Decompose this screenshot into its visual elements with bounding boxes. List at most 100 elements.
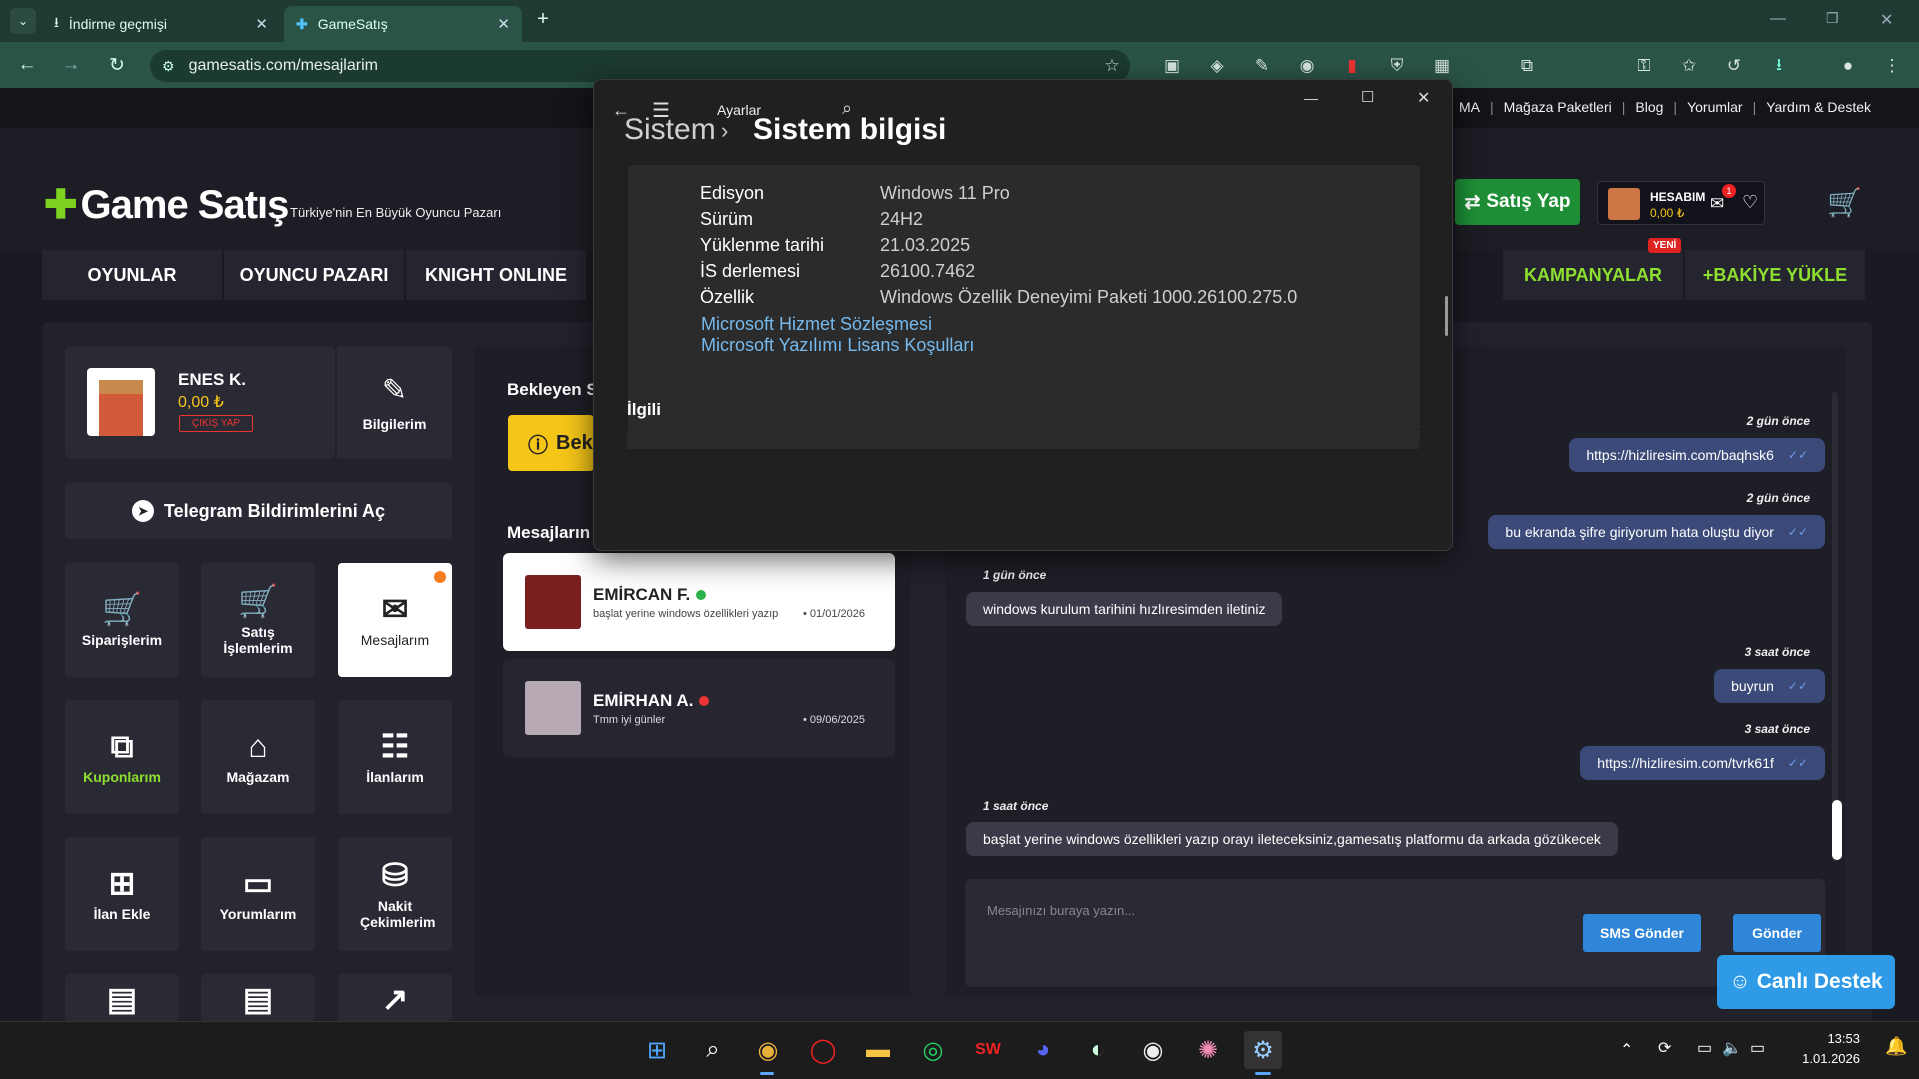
restore-icon[interactable]: ❐ (1826, 10, 1839, 27)
top-link[interactable]: Yardım & Destek (1766, 99, 1871, 115)
tile-invoices[interactable]: ▤ (201, 974, 315, 1021)
chat-scroll-thumb[interactable] (1832, 800, 1842, 860)
menu-knight-online[interactable]: KNIGHT ONLINE (406, 250, 586, 300)
battery-icon[interactable]: ▭ (1750, 1038, 1765, 1058)
back-icon[interactable]: ← (12, 51, 42, 79)
discord-icon[interactable]: ◕ (1024, 1031, 1062, 1069)
close-icon[interactable]: ✕ (1417, 88, 1430, 108)
reload-icon[interactable]: ↻ (102, 51, 132, 79)
menu-dots-icon[interactable]: ⋮ (1880, 54, 1904, 78)
tab-downloads[interactable]: ⭳ İndirme geçmişi ✕ (42, 6, 280, 42)
telegram-button[interactable]: ➤ Telegram Bildirimlerini Aç (65, 483, 452, 539)
steam-icon[interactable]: ◐ (1079, 1031, 1117, 1069)
cart-icon[interactable]: 🛒 (1827, 186, 1862, 219)
menu-kampanyalar[interactable]: KAMPANYALAR (1503, 250, 1683, 300)
extensions-puzzle-icon[interactable]: ⧉ (1515, 54, 1539, 78)
url-field[interactable]: ⚙ gamesatis.com/mesajlarim (150, 50, 1130, 82)
sync-icon[interactable]: ⟳ (1658, 1038, 1671, 1058)
breadcrumb-parent[interactable]: Sistem (624, 113, 716, 147)
tab-search-button[interactable]: ⌄ (10, 8, 36, 34)
message-text: başlat yerine windows özellikleri yazıp … (983, 831, 1601, 847)
extension-icon[interactable]: ▮ (1340, 54, 1364, 78)
tile-withdrawals[interactable]: ⛁ Nakit Çekimlerim (338, 837, 452, 951)
start-icon[interactable]: ⊞ (638, 1031, 676, 1069)
minimize-icon[interactable]: — (1770, 10, 1786, 28)
close-icon[interactable]: ✕ (255, 15, 268, 33)
sms-send-button[interactable]: SMS Gönder (1583, 914, 1701, 952)
tile-wallet[interactable]: ▤ (65, 974, 179, 1021)
tile-messages[interactable]: ✉ Mesajlarım (338, 563, 452, 677)
tile-coupons[interactable]: ⧉ Kuponlarım (65, 700, 179, 814)
octopus-app-icon[interactable]: ✺ (1189, 1031, 1227, 1069)
top-link[interactable]: Blog (1635, 99, 1663, 115)
online-status-dot (696, 590, 707, 600)
message-bubble: https://hizliresim.com/tvrk61f ✓✓ (1580, 746, 1825, 780)
profile-avatar-icon[interactable]: ● (1836, 54, 1860, 78)
qr-icon[interactable]: ▦ (1430, 54, 1454, 78)
service-agreement-link[interactable]: Microsoft Hizmet Sözleşmesi (701, 314, 932, 335)
extension-icon[interactable]: ▣ (1160, 54, 1184, 78)
history-icon[interactable]: ↺ (1722, 54, 1746, 78)
mail-icon[interactable]: ✉ (1710, 194, 1724, 214)
notification-bell-icon[interactable]: 🔔 (1885, 1036, 1907, 1057)
site-logo[interactable]: ✚ Game Satış (44, 182, 289, 228)
tile-store[interactable]: ⌂ Mağazam (201, 700, 315, 814)
send-button[interactable]: Gönder (1733, 914, 1821, 952)
favorites-icon[interactable]: ✩ (1677, 54, 1701, 78)
live-support-button[interactable]: ☺ Canlı Destek (1717, 955, 1895, 1009)
search-icon[interactable]: ⌕ (694, 1031, 732, 1069)
minimize-icon[interactable]: — (1304, 90, 1318, 106)
conversation-item[interactable]: EMİRCAN F. başlat yerine windows özellik… (503, 553, 895, 651)
settings-app-icon[interactable]: ⚙ (1244, 1031, 1282, 1069)
eye-app-icon[interactable]: ◉ (1134, 1031, 1172, 1069)
site-info-icon[interactable]: ⚙ (162, 58, 175, 75)
top-link[interactable]: Mağaza Paketleri (1504, 99, 1612, 115)
file-explorer-icon[interactable]: ▬ (859, 1031, 897, 1069)
key-icon[interactable]: ⚿ (1632, 54, 1656, 78)
forward-icon[interactable]: → (56, 51, 86, 79)
heart-icon[interactable]: ♡ (1742, 192, 1758, 213)
new-tab-button[interactable]: + (530, 8, 556, 34)
settings-scrollbar[interactable] (1445, 296, 1448, 336)
top-link[interactable]: MA (1459, 99, 1480, 115)
account-box[interactable]: HESABIM 0,00 ₺ ✉ 1 ♡ (1597, 181, 1765, 225)
tile-add-listing[interactable]: ⊞ İlan Ekle (65, 837, 179, 951)
close-icon[interactable]: ✕ (497, 15, 510, 33)
tile-orders[interactable]: 🛒 Siparişlerim (65, 563, 179, 677)
logout-button[interactable]: ÇIKIŞ YAP (179, 415, 253, 432)
clock-date[interactable]: 1.01.2026 (1790, 1051, 1860, 1066)
tile-sales[interactable]: 🛒 Satış İşlemlerim (201, 563, 315, 677)
opera-icon[interactable]: ◯ (804, 1031, 842, 1069)
conversation-preview: Tmm iyi günler (593, 714, 666, 726)
chrome-icon[interactable]: ◉ (749, 1031, 787, 1069)
pin-icon[interactable]: ✎ (1250, 54, 1274, 78)
clock-time[interactable]: 13:53 (1800, 1031, 1860, 1046)
tray-chevron-icon[interactable]: ⌃ (1620, 1040, 1633, 1060)
maximize-icon[interactable]: ☐ (1361, 88, 1374, 106)
bookmark-star-icon[interactable]: ☆ (1100, 54, 1124, 78)
extension-icon[interactable]: ◈ (1205, 54, 1229, 78)
menu-bakiye-yukle[interactable]: +BAKİYE YÜKLE (1685, 250, 1865, 300)
network-icon[interactable]: ▭ (1697, 1038, 1712, 1058)
whatsapp-icon[interactable]: ◎ (914, 1031, 952, 1069)
downloads-icon[interactable]: ⭳ (1767, 54, 1791, 78)
top-link[interactable]: Yorumlar (1687, 99, 1743, 115)
conversation-item[interactable]: EMİRHAN A. Tmm iyi günler • 09/06/2025 (503, 659, 895, 757)
message-input[interactable]: Mesajınızı buraya yazın... (987, 903, 1135, 918)
tab-gamesatis[interactable]: ✚ GameSatış ✕ (284, 6, 522, 42)
extension-icon[interactable]: ◉ (1295, 54, 1319, 78)
volume-icon[interactable]: 🔈 (1722, 1038, 1742, 1058)
tile-listings[interactable]: ☷ İlanlarım (338, 700, 452, 814)
shield-icon[interactable]: ⛨ (1385, 54, 1409, 78)
app-icon[interactable]: SW (969, 1031, 1007, 1069)
close-window-icon[interactable]: ✕ (1880, 10, 1893, 30)
tile-comments[interactable]: ▭ Yorumlarım (201, 837, 315, 951)
sell-button[interactable]: ⇄ Satış Yap (1455, 179, 1580, 225)
info-button[interactable]: ✎ Bilgilerim (337, 346, 452, 459)
menu-oyuncu-pazari[interactable]: OYUNCU PAZARI (224, 250, 404, 300)
chat-scrollbar[interactable] (1832, 392, 1838, 862)
license-terms-link[interactable]: Microsoft Yazılımı Lisans Koşulları (701, 335, 974, 356)
pending-button[interactable]: ⓘ Bek (508, 415, 594, 471)
menu-oyunlar[interactable]: OYUNLAR (42, 250, 222, 300)
tile-stats[interactable]: ↗ (338, 974, 452, 1021)
